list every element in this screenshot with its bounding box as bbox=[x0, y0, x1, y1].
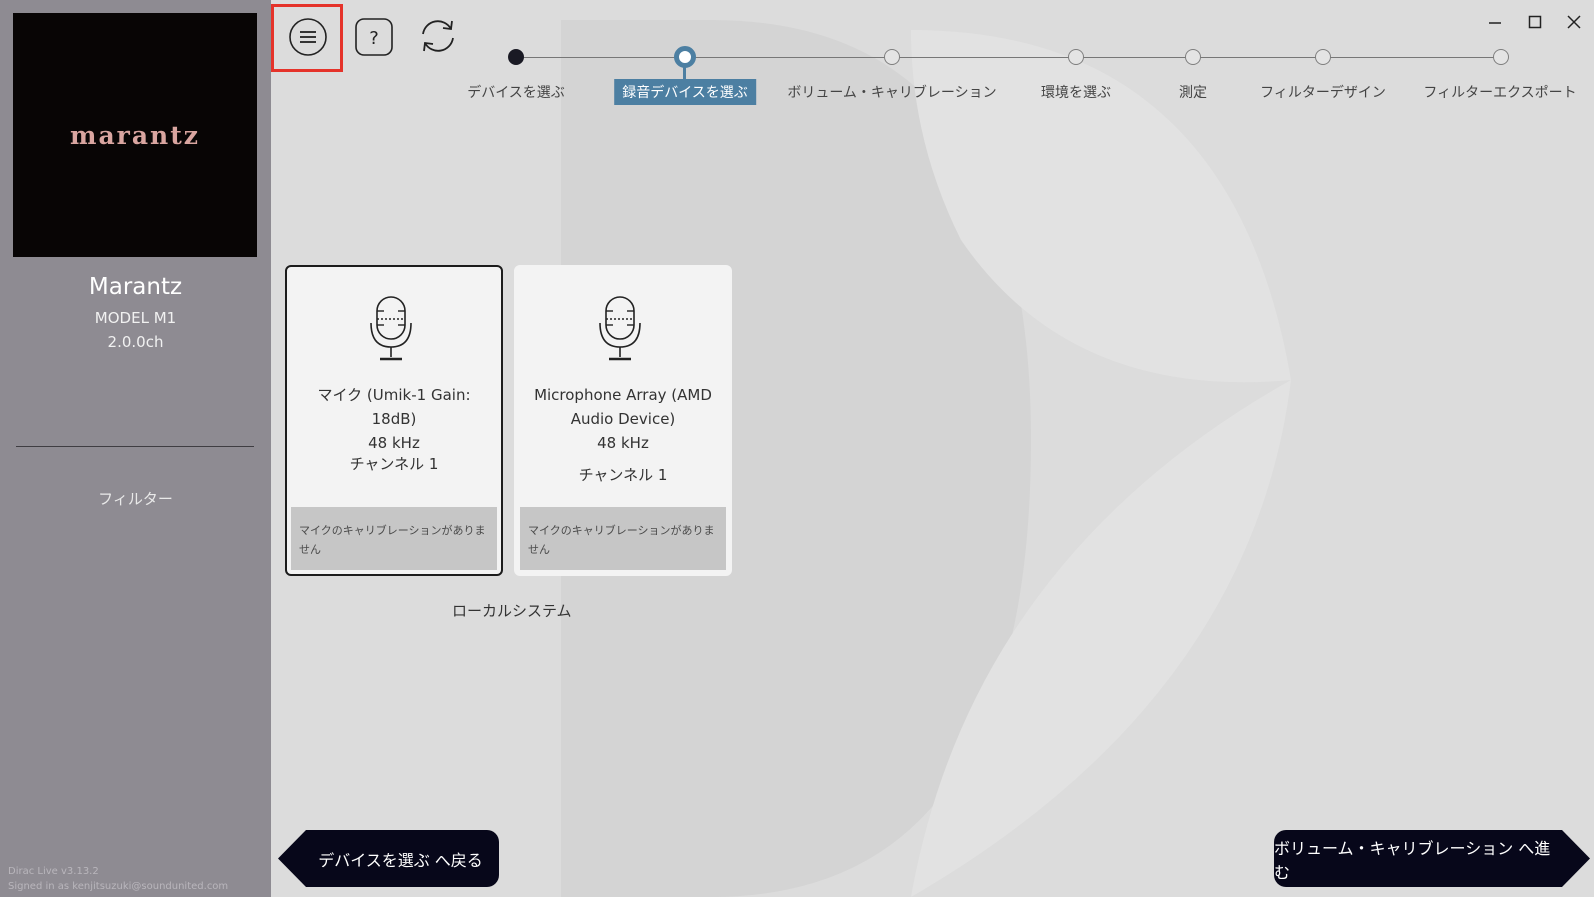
device-logo: marantz bbox=[13, 13, 257, 257]
calibration-status: マイクのキャリブレーションがありません bbox=[291, 507, 497, 570]
close-button[interactable] bbox=[1562, 10, 1586, 34]
menu-button[interactable] bbox=[288, 17, 328, 57]
minimize-button[interactable] bbox=[1483, 10, 1507, 34]
device-rate: 48 kHz bbox=[368, 434, 420, 452]
step-dot-measure[interactable] bbox=[1185, 49, 1201, 65]
svg-text:?: ? bbox=[369, 28, 379, 49]
back-button-label: デバイスを選ぶ へ戻る bbox=[318, 850, 483, 870]
step-label-select-recording-device[interactable]: 録音デバイスを選ぶ bbox=[614, 79, 756, 105]
version-text: Dirac Live v3.13.2 bbox=[8, 866, 99, 877]
stepper-track bbox=[516, 57, 1501, 58]
step-label-volume-calibration[interactable]: ボリューム・キャリブレーション bbox=[787, 82, 996, 102]
refresh-button[interactable] bbox=[417, 15, 459, 57]
device-channel: チャンネル 1 bbox=[578, 466, 668, 484]
step-label-filter-export[interactable]: フィルターエクスポート bbox=[1423, 82, 1576, 102]
step-dot-volume-calibration[interactable] bbox=[884, 49, 900, 65]
step-dot-select-device[interactable] bbox=[508, 49, 524, 65]
device-name-line: マイク (Umik-1 Gain: 18dB) bbox=[317, 386, 471, 428]
device-name-text: マイク (Umik-1 Gain: 18dB) 48 kHz bbox=[293, 383, 495, 455]
device-name-line-2: Audio Device) bbox=[570, 410, 676, 428]
help-button[interactable]: ? bbox=[354, 17, 394, 57]
help-icon: ? bbox=[355, 18, 393, 56]
logo-text: marantz bbox=[70, 120, 200, 150]
signed-in-text: Signed in as kenjitsuzuki@soundunited.co… bbox=[8, 881, 229, 892]
minimize-icon bbox=[1489, 22, 1501, 24]
device-rate: 48 kHz bbox=[597, 434, 649, 452]
device-name-line: Microphone Array (AMD bbox=[534, 386, 712, 404]
maximize-button[interactable] bbox=[1523, 10, 1547, 34]
close-icon bbox=[1567, 15, 1581, 29]
device-channels: 2.0.0ch bbox=[107, 333, 164, 351]
device-model: MODEL M1 bbox=[94, 309, 177, 327]
calibration-status: マイクのキャリブレーションがありません bbox=[520, 507, 726, 570]
sidebar: marantz Marantz MODEL M1 2.0.0ch フィルター D… bbox=[0, 0, 271, 897]
step-dot-filter-design[interactable] bbox=[1315, 49, 1331, 65]
sidebar-footer: Dirac Live v3.13.2 Signed in as kenjitsu… bbox=[8, 864, 228, 894]
step-label-select-environment[interactable]: 環境を選ぶ bbox=[1041, 82, 1111, 102]
recording-device-card-umik[interactable]: マイク (Umik-1 Gain: 18dB) 48 kHz チャンネル 1 マ… bbox=[285, 265, 503, 576]
sidebar-item-filter[interactable]: フィルター bbox=[0, 488, 271, 509]
microphone-icon bbox=[599, 296, 641, 361]
next-button-label: ボリューム・キャリブレーション へ進む bbox=[1274, 838, 1551, 882]
local-system-label: ローカルシステム bbox=[452, 602, 572, 620]
step-dot-select-environment[interactable] bbox=[1068, 49, 1084, 65]
refresh-icon bbox=[422, 20, 454, 52]
back-button[interactable]: デバイスを選ぶ へ戻る bbox=[278, 830, 499, 887]
step-dot-filter-export[interactable] bbox=[1493, 49, 1509, 65]
maximize-icon bbox=[1528, 15, 1542, 29]
sidebar-divider bbox=[16, 446, 254, 447]
device-channel: チャンネル 1 bbox=[349, 455, 439, 473]
microphone-icon bbox=[370, 296, 412, 361]
device-name-text: Microphone Array (AMD Audio Device) 48 k… bbox=[522, 383, 724, 455]
device-name: Marantz bbox=[88, 274, 183, 300]
next-button[interactable]: ボリューム・キャリブレーション へ進む bbox=[1274, 830, 1590, 887]
step-label-measure[interactable]: 測定 bbox=[1179, 82, 1207, 102]
step-dot-select-recording-device[interactable] bbox=[674, 46, 696, 68]
recording-device-card-mic-array[interactable]: Microphone Array (AMD Audio Device) 48 k… bbox=[514, 265, 732, 576]
step-label-select-device[interactable]: デバイスを選ぶ bbox=[467, 82, 565, 102]
hamburger-menu-icon bbox=[289, 18, 327, 56]
step-label-filter-design[interactable]: フィルターデザイン bbox=[1260, 82, 1386, 102]
